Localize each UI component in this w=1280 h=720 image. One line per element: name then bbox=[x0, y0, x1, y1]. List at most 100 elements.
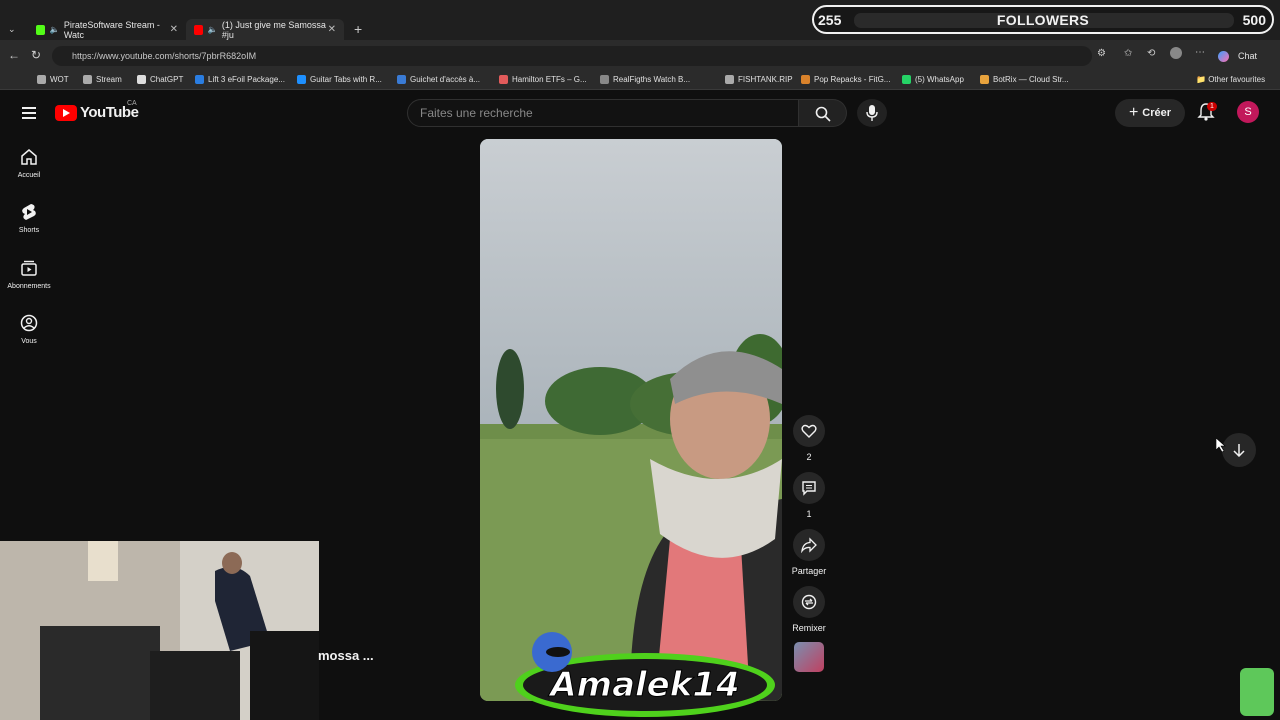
bookmark-label: Guichet d'accès à... bbox=[410, 75, 481, 84]
bookmark-icon bbox=[600, 75, 609, 84]
bookmark-icon bbox=[83, 75, 92, 84]
account-avatar[interactable]: S bbox=[1237, 101, 1259, 123]
heart-icon bbox=[801, 424, 817, 438]
tab-speaker-icon: 🔈 bbox=[49, 25, 60, 34]
close-tab-icon[interactable]: ✕ bbox=[170, 24, 178, 35]
tab-piratesoftware[interactable]: 🔈 PirateSoftware Stream - Watc ✕ bbox=[28, 19, 186, 40]
close-tab-icon[interactable]: ✕ bbox=[328, 24, 336, 35]
collections-icon[interactable]: ✩ bbox=[1124, 48, 1132, 59]
create-button[interactable]: + Créer bbox=[1115, 99, 1185, 127]
bookmark-icon bbox=[137, 75, 146, 84]
bookmark-item[interactable]: Hamilton ETFs – G... bbox=[499, 75, 587, 84]
bookmark-item[interactable]: WOT bbox=[37, 75, 69, 84]
home-icon bbox=[21, 149, 37, 165]
back-icon[interactable]: ← bbox=[8, 48, 20, 62]
bookmark-label: (5) WhatsApp bbox=[915, 75, 964, 84]
more-menu-icon[interactable]: ⋯ bbox=[1195, 47, 1205, 58]
sound-thumbnail[interactable] bbox=[794, 642, 824, 672]
short-video-player[interactable] bbox=[480, 139, 782, 701]
subscriptions-icon bbox=[21, 260, 37, 276]
reload-icon[interactable]: ↻ bbox=[31, 48, 41, 62]
other-favourites[interactable]: 📁 Other favourites bbox=[1196, 75, 1265, 84]
bookmark-label: Pop Repacks - FitG... bbox=[814, 75, 891, 84]
remix-button[interactable]: Remixer bbox=[786, 586, 832, 633]
bookmark-item[interactable]: Pop Repacks - FitG... bbox=[801, 75, 890, 84]
kick-icon bbox=[36, 24, 45, 35]
sidebar-item-label: Shorts bbox=[18, 227, 40, 234]
bookmark-label: WOT bbox=[50, 75, 69, 84]
video-frame bbox=[480, 139, 782, 701]
bookmark-item[interactable]: ChatGPT bbox=[137, 75, 183, 84]
share-icon bbox=[801, 537, 817, 553]
plus-icon: + bbox=[1128, 104, 1139, 121]
menu-icon[interactable] bbox=[22, 107, 36, 109]
bookmark-item[interactable]: RealFigths Watch B... bbox=[600, 75, 690, 84]
history-icon[interactable]: ⟲ bbox=[1147, 48, 1155, 59]
bookmark-icon bbox=[499, 75, 508, 84]
bookmark-item[interactable]: Guitar Tabs with R... bbox=[297, 75, 382, 84]
bookmark-item[interactable]: Stream bbox=[83, 75, 122, 84]
followers-goal-bar: 255 FOLLOWERS 500 bbox=[812, 5, 1274, 34]
sidebar-item-accueil[interactable]: Accueil bbox=[0, 148, 58, 179]
sidebar-item-vous[interactable]: Vous bbox=[0, 314, 58, 345]
tab-list-chevron-icon[interactable]: ⌄ bbox=[8, 24, 16, 35]
remix-label: Remixer bbox=[792, 623, 826, 633]
bookmark-label: ChatGPT bbox=[150, 75, 184, 84]
extensions-icon[interactable]: ⚙ bbox=[1097, 48, 1106, 59]
comment-icon bbox=[802, 481, 816, 496]
youtube-play-icon bbox=[55, 104, 77, 121]
microphone-icon bbox=[866, 105, 878, 121]
webcam-overlay bbox=[0, 541, 319, 720]
search-button[interactable] bbox=[799, 99, 847, 127]
tab-speaker-icon: 🔈 bbox=[207, 25, 218, 34]
voice-search-button[interactable] bbox=[857, 99, 887, 127]
bookmark-label: BotRix — Cloud Str... bbox=[993, 75, 1069, 84]
tab-label: PirateSoftware Stream - Watc bbox=[63, 19, 160, 40]
search-icon bbox=[815, 106, 831, 122]
next-video-button[interactable] bbox=[1222, 433, 1256, 467]
bookmark-item[interactable]: Lift 3 eFoil Package... bbox=[195, 75, 285, 84]
like-count: 2 bbox=[806, 452, 812, 462]
followers-goal: 500 bbox=[1242, 12, 1266, 28]
tab-youtube-short[interactable]: 🔈 (1) Just give me Samossa #ju ✕ bbox=[186, 19, 344, 40]
corner-decoration bbox=[1240, 668, 1274, 716]
share-label: Partager bbox=[791, 566, 827, 576]
bookmark-icon bbox=[902, 75, 911, 84]
bookmark-label: FISHTANK.RIP bbox=[738, 75, 793, 84]
bookmark-icon bbox=[397, 75, 406, 84]
youtube-logo[interactable]: YouTube CA bbox=[55, 100, 139, 121]
bookmark-item[interactable]: FISHTANK.RIP bbox=[725, 75, 793, 84]
url-field[interactable]: https://www.youtube.com/shorts/7pbrR682o… bbox=[52, 46, 1092, 66]
bookmark-item[interactable]: Guichet d'accès à... bbox=[397, 75, 480, 84]
like-button[interactable]: 2 bbox=[793, 415, 825, 462]
bookmark-label: Hamilton ETFs – G... bbox=[512, 75, 587, 84]
bookmark-icon bbox=[725, 75, 734, 84]
you-icon bbox=[20, 314, 38, 332]
bookmark-label: Guitar Tabs with R... bbox=[310, 75, 382, 84]
bookmark-item[interactable]: BotRix — Cloud Str... bbox=[980, 75, 1069, 84]
copilot-icon[interactable] bbox=[1218, 51, 1229, 62]
new-tab-button[interactable]: + bbox=[354, 21, 362, 37]
youtube-favicon-icon bbox=[194, 24, 203, 35]
sidebar-item-shorts[interactable]: Shorts bbox=[0, 203, 58, 234]
webcam-frame bbox=[0, 541, 319, 720]
bookmark-icon bbox=[980, 75, 989, 84]
comments-button[interactable]: 1 bbox=[793, 472, 825, 519]
bookmark-label: RealFigths Watch B... bbox=[613, 75, 691, 84]
search-input[interactable]: Faites une recherche bbox=[407, 99, 799, 127]
chat-label[interactable]: Chat bbox=[1238, 51, 1257, 61]
profile-icon[interactable] bbox=[1170, 47, 1182, 59]
bookmark-icon bbox=[297, 75, 306, 84]
bookmark-icon bbox=[801, 75, 810, 84]
shorts-icon bbox=[22, 204, 36, 220]
video-title-fragment: mossa ... bbox=[318, 648, 374, 663]
bookmark-item[interactable]: (5) WhatsApp bbox=[902, 75, 964, 84]
bookmark-label: Stream bbox=[96, 75, 122, 84]
sidebar-item-abonnements[interactable]: Abonnements bbox=[0, 259, 58, 290]
share-button[interactable]: Partager bbox=[786, 529, 832, 576]
bookmark-icon bbox=[37, 75, 46, 84]
notification-badge: 1 bbox=[1207, 102, 1217, 111]
comment-count: 1 bbox=[806, 509, 812, 519]
remix-icon bbox=[801, 594, 817, 610]
bookmark-icon bbox=[195, 75, 204, 84]
